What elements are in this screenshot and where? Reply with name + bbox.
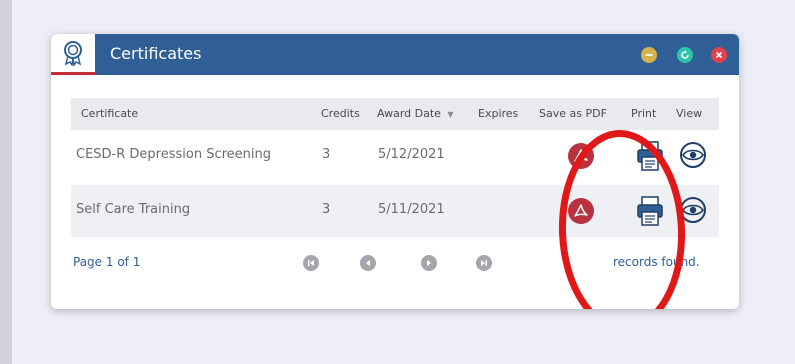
table-row: Self Care Training 3 5/11/2021 [71, 185, 719, 237]
minimize-button[interactable] [641, 47, 657, 63]
column-header-expires[interactable]: Expires [478, 107, 518, 120]
credits-value: 3 [322, 202, 331, 217]
column-header-credits[interactable]: Credits [321, 107, 360, 120]
next-page-button[interactable] [421, 255, 437, 271]
sort-desc-icon: ▼ [447, 110, 454, 119]
first-page-icon [308, 260, 314, 266]
column-header-print: Print [631, 107, 657, 120]
widget-header: Certificates [51, 34, 739, 75]
close-icon [715, 51, 723, 59]
last-page-icon [481, 260, 487, 266]
award-date-value: 5/11/2021 [378, 202, 445, 217]
left-edge-bar [0, 0, 12, 364]
page-indicator: Page 1 of 1 [73, 255, 141, 269]
eye-icon[interactable] [678, 197, 708, 223]
award-date-label: Award Date [377, 107, 441, 120]
certificate-name: CESD-R Depression Screening [76, 147, 272, 162]
credits-value: 3 [322, 147, 331, 162]
last-page-button[interactable] [476, 255, 492, 271]
prev-page-button[interactable] [360, 255, 376, 271]
column-header-certificate[interactable]: Certificate [81, 107, 138, 120]
award-icon [64, 41, 82, 66]
award-date-value: 5/12/2021 [378, 147, 445, 162]
next-page-icon [427, 260, 431, 266]
widget-title: Certificates [110, 44, 202, 63]
minimize-icon [645, 54, 653, 56]
eye-icon[interactable] [678, 142, 708, 168]
refresh-icon [681, 50, 689, 59]
save-pdf-button[interactable] [568, 143, 594, 169]
pdf-icon [574, 149, 588, 162]
widget-icon-tab [51, 34, 95, 75]
certificates-widget: Certificates Certificate Credits Award D… [51, 34, 739, 309]
close-button[interactable] [711, 47, 727, 63]
first-page-button[interactable] [303, 255, 319, 271]
column-header-award-date[interactable]: Award Date ▼ [377, 107, 454, 120]
refresh-button[interactable] [677, 47, 693, 63]
column-header-save-as-pdf: Save as PDF [539, 107, 607, 120]
print-icon[interactable] [636, 195, 664, 227]
table-header-row: Certificate Credits Award Date ▼ Expires… [71, 98, 719, 130]
save-pdf-button[interactable] [568, 198, 594, 224]
records-count: records found. [613, 255, 700, 269]
column-header-view: View [676, 107, 703, 120]
prev-page-icon [366, 260, 370, 266]
print-icon[interactable] [636, 140, 664, 172]
table-row: CESD-R Depression Screening 3 5/12/2021 [71, 130, 719, 182]
certificate-name: Self Care Training [76, 202, 191, 217]
pdf-icon [574, 204, 588, 217]
